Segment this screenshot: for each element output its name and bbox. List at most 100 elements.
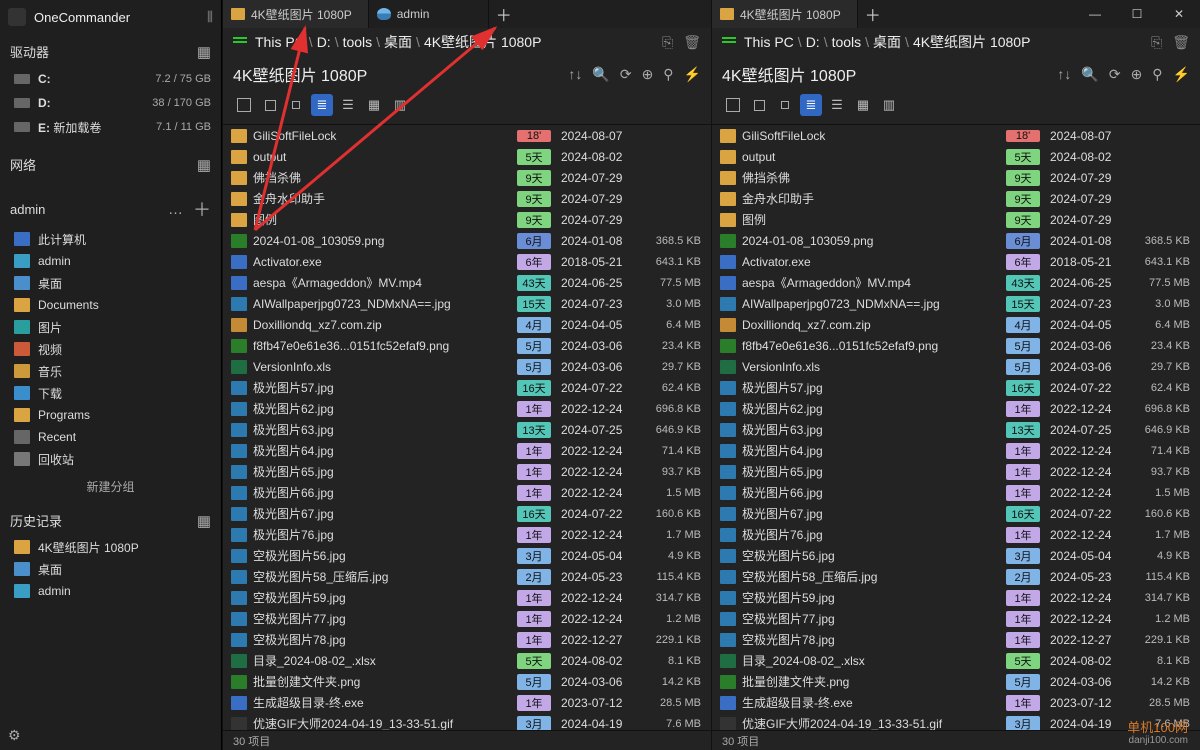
file-row[interactable]: 极光图片57.jpg 16天 2024-07-22 62.4 KB [223,377,711,398]
view-medium-icon[interactable] [259,94,281,116]
file-list[interactable]: GiliSoftFileLock 18' 2024-08-07 output 5… [712,125,1200,730]
file-row[interactable]: 目录_2024-08-02_.xlsx 5天 2024-08-02 8.1 KB [223,650,711,671]
view-large-icon[interactable] [722,94,744,116]
sidebar-item[interactable]: 下载 [0,382,221,404]
view-grid-icon[interactable]: ▦ [852,94,874,116]
sidebar-item[interactable]: Recent [0,426,221,448]
settings-icon[interactable]: ⚙ [8,727,21,744]
file-row[interactable]: output 5天 2024-08-02 [712,146,1200,167]
file-row[interactable]: 金舟水印助手 9天 2024-07-29 [712,188,1200,209]
file-row[interactable]: AIWallpaperjpg0723_NDMxNA==.jpg 15天 2024… [712,293,1200,314]
sidebar-item[interactable]: 图片 [0,316,221,338]
file-row[interactable]: 极光图片64.jpg 1年 2022-12-24 71.4 KB [712,440,1200,461]
breadcrumb-path[interactable]: This PC\D:\tools\桌面\4K壁纸图片 1080P [744,32,1030,52]
maximize-button[interactable]: ☐ [1116,0,1158,28]
view-medium-icon[interactable] [748,94,770,116]
file-row[interactable]: 极光图片65.jpg 1年 2022-12-24 93.7 KB [712,461,1200,482]
door-icon[interactable]: ⎘ [1151,34,1162,51]
file-row[interactable]: 极光图片64.jpg 1年 2022-12-24 71.4 KB [223,440,711,461]
bolt-icon[interactable]: ⚡ [684,66,701,83]
view-column-icon[interactable]: ▥ [878,94,900,116]
tab[interactable]: admin [369,0,489,28]
close-button[interactable]: ✕ [1158,0,1200,28]
breadcrumb-path[interactable]: This PC\D:\tools\桌面\4K壁纸图片 1080P [255,32,541,52]
file-row[interactable]: 极光图片65.jpg 1年 2022-12-24 93.7 KB [223,461,711,482]
new-group-button[interactable]: 新建分组 [0,470,221,503]
file-row[interactable]: 佛挡杀佛 9天 2024-07-29 [712,167,1200,188]
file-row[interactable]: 极光图片62.jpg 1年 2022-12-24 696.8 KB [712,398,1200,419]
file-row[interactable]: 极光图片66.jpg 1年 2022-12-24 1.5 MB [712,482,1200,503]
file-row[interactable]: Activator.exe 6年 2018-05-21 643.1 KB [223,251,711,272]
view-small-icon[interactable] [285,94,307,116]
file-list[interactable]: GiliSoftFileLock 18' 2024-08-07 output 5… [223,125,711,730]
file-row[interactable]: Doxilliondq_xz7.com.zip 4月 2024-04-05 6.… [223,314,711,335]
view-details-icon[interactable]: ☰ [337,94,359,116]
file-row[interactable]: 极光图片57.jpg 16天 2024-07-22 62.4 KB [712,377,1200,398]
sidebar-item[interactable]: 桌面 [0,272,221,294]
breadcrumb[interactable]: This PC\D:\tools\桌面\4K壁纸图片 1080P ⎘ 🗑 [712,28,1200,58]
refresh-icon[interactable]: ⟳ [1109,66,1121,83]
file-row[interactable]: 金舟水印助手 9天 2024-07-29 [223,188,711,209]
sidebar-item[interactable]: 回收站 [0,448,221,470]
file-row[interactable]: GiliSoftFileLock 18' 2024-08-07 [223,125,711,146]
file-row[interactable]: GiliSoftFileLock 18' 2024-08-07 [712,125,1200,146]
file-row[interactable]: 极光图片66.jpg 1年 2022-12-24 1.5 MB [223,482,711,503]
file-row[interactable]: 生成超级目录-终.exe 1年 2023-07-12 28.5 MB [223,692,711,713]
sidebar-item[interactable]: admin [0,250,221,272]
grid-icon[interactable]: ▦ [197,43,211,61]
pin-icon[interactable]: ⚲ [663,66,673,83]
file-row[interactable]: 批量创建文件夹.png 5月 2024-03-06 14.2 KB [712,671,1200,692]
file-row[interactable]: 空极光图片77.jpg 1年 2022-12-24 1.2 MB [223,608,711,629]
file-row[interactable]: 空极光图片59.jpg 1年 2022-12-24 314.7 KB [223,587,711,608]
hamburger-icon[interactable] [722,37,736,47]
grid-icon[interactable]: ▦ [197,156,211,174]
file-row[interactable]: 极光图片67.jpg 16天 2024-07-22 160.6 KB [712,503,1200,524]
breadcrumb[interactable]: This PC\D:\tools\桌面\4K壁纸图片 1080P ⎘ 🗑 [223,28,711,58]
search-icon[interactable]: 🔍 [592,66,609,83]
hamburger-icon[interactable] [233,37,247,47]
refresh-icon[interactable]: ⟳ [620,66,632,83]
view-grid-icon[interactable]: ▦ [363,94,385,116]
new-icon[interactable]: ⊕ [642,66,654,83]
file-row[interactable]: 图例 9天 2024-07-29 [712,209,1200,230]
file-row[interactable]: 空极光图片78.jpg 1年 2022-12-27 229.1 KB [223,629,711,650]
view-list-icon[interactable]: ≣ [800,94,822,116]
drive-item[interactable]: D: 38 / 170 GB [0,91,221,115]
view-list-icon[interactable]: ≣ [311,94,333,116]
file-row[interactable]: Activator.exe 6年 2018-05-21 643.1 KB [712,251,1200,272]
more-icon[interactable]: … [168,201,183,218]
new-icon[interactable]: ⊕ [1131,66,1143,83]
pin-icon[interactable]: ⚲ [1152,66,1162,83]
add-tab-button[interactable]: ＋ [489,0,519,28]
file-row[interactable]: f8fb47e0e61e36...0151fc52efaf9.png 5月 20… [223,335,711,356]
minimize-button[interactable]: — [1074,0,1116,28]
file-row[interactable]: 空极光图片77.jpg 1年 2022-12-24 1.2 MB [712,608,1200,629]
columns-icon[interactable]: ⫼ [207,9,213,25]
bolt-icon[interactable]: ⚡ [1173,66,1190,83]
file-row[interactable]: 空极光图片59.jpg 1年 2022-12-24 314.7 KB [712,587,1200,608]
history-item[interactable]: 4K壁纸图片 1080P [0,536,221,558]
tab[interactable]: 4K壁纸图片 1080P [223,0,369,28]
file-row[interactable]: AIWallpaperjpg0723_NDMxNA==.jpg 15天 2024… [223,293,711,314]
drive-item[interactable]: C: 7.2 / 75 GB [0,67,221,91]
file-row[interactable]: 空极光图片58_压缩后.jpg 2月 2024-05-23 115.4 KB [223,566,711,587]
history-item[interactable]: admin [0,580,221,602]
add-tab-button[interactable]: ＋ [858,0,888,28]
view-large-icon[interactable] [233,94,255,116]
file-row[interactable]: 优速GIF大师2024-04-19_13-33-51.gif 3月 2024-0… [223,713,711,730]
trash-icon[interactable]: 🗑 [683,34,701,51]
grid-icon[interactable]: ▦ [197,512,211,530]
drive-item[interactable]: E: 新加载卷 7.1 / 11 GB [0,115,221,139]
trash-icon[interactable]: 🗑 [1172,34,1190,51]
sort-icon[interactable]: ↑↓ [568,66,582,82]
file-row[interactable]: 生成超级目录-终.exe 1年 2023-07-12 28.5 MB [712,692,1200,713]
file-row[interactable]: 空极光图片78.jpg 1年 2022-12-27 229.1 KB [712,629,1200,650]
file-row[interactable]: 空极光图片58_压缩后.jpg 2月 2024-05-23 115.4 KB [712,566,1200,587]
door-icon[interactable]: ⎘ [662,34,673,51]
file-row[interactable]: 极光图片62.jpg 1年 2022-12-24 696.8 KB [223,398,711,419]
file-row[interactable]: 极光图片63.jpg 13天 2024-07-25 646.9 KB [712,419,1200,440]
search-icon[interactable]: 🔍 [1081,66,1098,83]
sort-icon[interactable]: ↑↓ [1057,66,1071,82]
file-row[interactable]: 2024-01-08_103059.png 6月 2024-01-08 368.… [223,230,711,251]
file-row[interactable]: 2024-01-08_103059.png 6月 2024-01-08 368.… [712,230,1200,251]
